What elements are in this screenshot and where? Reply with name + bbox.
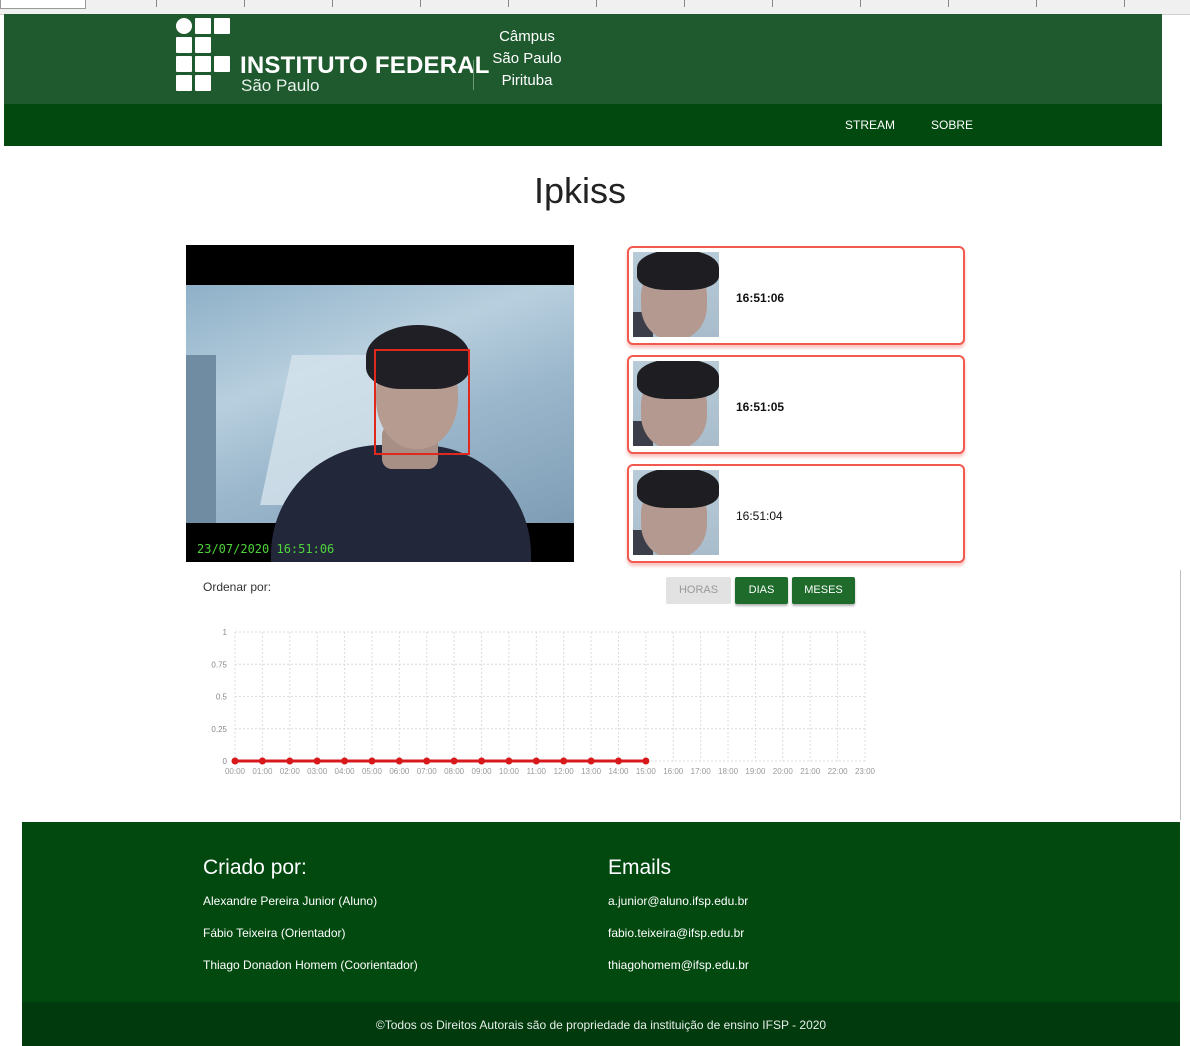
header-divider <box>473 60 474 90</box>
chart-data-point <box>478 757 486 765</box>
face-thumbnail <box>633 361 719 446</box>
chart-x-tick-label: 18:00 <box>718 767 739 776</box>
chart-x-tick-label: 23:00 <box>855 767 876 776</box>
footer-person: Fábio Teixeira (Orientador) <box>203 926 346 940</box>
chart-x-tick-label: 12:00 <box>554 767 575 776</box>
order-horas-button[interactable]: HORAS <box>666 577 731 604</box>
chart-x-tick-label: 19:00 <box>745 767 766 776</box>
face-thumbnail <box>633 470 719 555</box>
campus-line: Pirituba <box>501 72 553 89</box>
campus-line: São Paulo <box>492 50 562 67</box>
chart-data-point <box>231 757 239 765</box>
chart-x-tick-label: 10:00 <box>499 767 520 776</box>
ruler-tick <box>1036 0 1037 7</box>
chart-data-point <box>258 757 266 765</box>
site-footer <box>22 822 1180 1002</box>
footer-person: Alexandre Pereira Junior (Aluno) <box>203 894 378 908</box>
face-thumbnail <box>633 252 719 337</box>
ruler-tick <box>508 0 509 7</box>
ruler-tick <box>244 0 245 7</box>
order-by-label: Ordenar por: <box>203 580 272 594</box>
video-timestamp: 23/07/2020 16:51:06 <box>197 542 335 556</box>
chart-x-tick-label: 16:00 <box>663 767 684 776</box>
ruler-tick <box>420 0 421 7</box>
chart-data-point <box>341 757 349 765</box>
chart-data-point <box>286 757 294 765</box>
chart-x-tick-label: 08:00 <box>444 767 465 776</box>
chart-y-tick-label: 0 <box>223 757 228 766</box>
chart-data-point <box>395 757 403 765</box>
ruler-tick <box>156 0 157 7</box>
chart-data-point <box>614 757 622 765</box>
chart-x-tick-label: 11:00 <box>527 767 547 776</box>
chart-x-tick-label: 03:00 <box>307 767 328 776</box>
chart-data-point <box>450 757 458 765</box>
detection-time: 16:51:06 <box>736 291 785 305</box>
footer-email-link[interactable]: a.junior@aluno.ifsp.edu.br <box>608 894 748 908</box>
chart-x-tick-label: 15:00 <box>636 767 657 776</box>
chart-data-point <box>505 757 513 765</box>
chart-x-tick-label: 13:00 <box>581 767 602 776</box>
chart-x-tick-label: 17:00 <box>691 767 712 776</box>
footer-email-link[interactable]: thiagohomem@ifsp.edu.br <box>608 958 749 972</box>
chart-x-tick-label: 05:00 <box>362 767 383 776</box>
chart-x-tick-label: 04:00 <box>335 767 356 776</box>
chart-x-tick-label: 09:00 <box>472 767 493 776</box>
footer-emails-heading: Emails <box>608 856 672 879</box>
order-dias-button[interactable]: DIAS <box>735 577 788 604</box>
ruler-tick <box>860 0 861 7</box>
ruler-tick <box>596 0 597 7</box>
ruler-tick <box>772 0 773 7</box>
footer-created-heading: Criado por: <box>203 856 307 879</box>
nav-link-sobre[interactable]: SOBRE <box>931 118 973 132</box>
chart-x-tick-label: 21:00 <box>800 767 821 776</box>
chart-data-point <box>642 757 650 765</box>
order-meses-button[interactable]: MESES <box>792 577 855 604</box>
detection-card[interactable]: 16:51:06 <box>627 246 965 345</box>
ruler-box <box>0 0 86 9</box>
chart-x-tick-label: 07:00 <box>417 767 438 776</box>
window-ruler <box>0 0 1190 15</box>
chart-data-point <box>423 757 431 765</box>
page-edge-line <box>1180 570 1181 820</box>
chart-x-tick-label: 06:00 <box>389 767 410 776</box>
chart-data-point <box>587 757 595 765</box>
chart-x-tick-label: 20:00 <box>773 767 794 776</box>
chart-data-point <box>532 757 540 765</box>
ruler-tick <box>948 0 949 7</box>
institute-logo <box>176 18 232 92</box>
detection-time: 16:51:04 <box>736 509 783 523</box>
chart-y-tick-label: 0.75 <box>211 660 227 669</box>
detections-line-chart: 0 0.25 0.5 0.75 1 00:00 01:00 02:00 03:00 04:00 05… <box>211 628 876 776</box>
chart-data-point <box>368 757 376 765</box>
ruler-tick <box>1124 0 1125 7</box>
chart-x-tick-label: 00:00 <box>225 767 246 776</box>
footer-email-link[interactable]: fabio.teixeira@ifsp.edu.br <box>608 926 744 940</box>
campus-line: Câmpus <box>499 28 555 45</box>
copyright-text: ©Todos os Direitos Autorais são de propr… <box>375 1018 827 1032</box>
chart-y-tick-label: 0.5 <box>216 693 228 702</box>
detection-card[interactable]: 16:51:05 <box>627 355 965 454</box>
ruler-tick <box>684 0 685 7</box>
chart-x-tick-label: 02:00 <box>280 767 301 776</box>
campus-label: Câmpus São Paulo Pirituba <box>478 26 576 92</box>
chart-data-point <box>560 757 568 765</box>
institution-subtitle: São Paulo <box>241 76 320 95</box>
face-detection-box <box>374 349 470 455</box>
chart-y-tick-label: 0.25 <box>211 725 227 734</box>
chart-x-tick-label: 22:00 <box>828 767 849 776</box>
chart-x-tick-label: 01:00 <box>252 767 273 776</box>
camera-stream: 23/07/2020 16:51:06 <box>186 245 574 562</box>
chart-data-point <box>313 757 321 765</box>
chart-x-tick-label: 14:00 <box>608 767 629 776</box>
nav-link-stream[interactable]: STREAM <box>845 118 895 132</box>
detection-time: 16:51:05 <box>736 400 785 414</box>
footer-person: Thiago Donadon Homem (Coorientador) <box>203 958 418 972</box>
ruler-tick <box>332 0 333 7</box>
detection-card[interactable]: 16:51:04 <box>627 464 965 563</box>
chart-y-tick-label: 1 <box>223 628 228 637</box>
page-title: Ipkiss <box>533 170 627 211</box>
nav-bar <box>4 104 1162 146</box>
